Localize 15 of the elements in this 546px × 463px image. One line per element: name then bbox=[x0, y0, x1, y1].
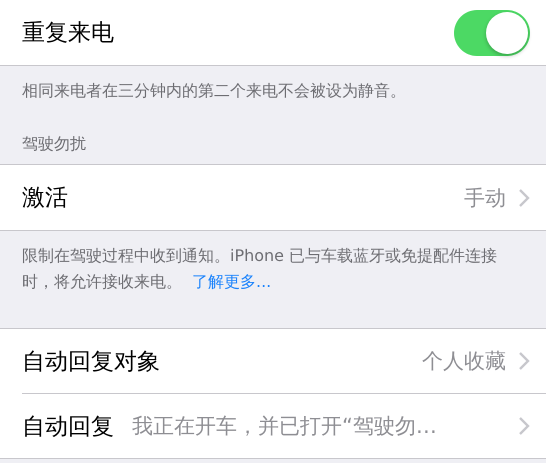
setting-label: 激活 bbox=[22, 184, 68, 213]
setting-value: 个人收藏 bbox=[422, 348, 506, 375]
learn-more-link[interactable]: 了解更多... bbox=[192, 272, 272, 291]
setting-label: 自动回复对象 bbox=[22, 348, 160, 376]
chevron-icon bbox=[518, 416, 530, 436]
setting-label: 重复来电 bbox=[22, 19, 114, 48]
setting-value: 手动 bbox=[464, 184, 506, 212]
footer-note: 相同来电者在三分钟内的第二个来电不会被设为静音。 bbox=[21, 80, 407, 102]
setting-label: 自动回复 bbox=[22, 412, 114, 442]
setting-value: 我正在开车，并已打开“驾驶勿… bbox=[132, 413, 438, 440]
chevron-icon bbox=[518, 188, 530, 208]
toggle-switch[interactable] bbox=[454, 10, 530, 56]
chevron-icon bbox=[518, 351, 530, 371]
section-header: 驾驶勿扰 bbox=[22, 134, 86, 154]
footer-note: 限制在驾驶过程中收到通知。iPhone 已与车载蓝牙或免提配件连接时，将允许接收来电。 了解更多... bbox=[21, 245, 498, 293]
